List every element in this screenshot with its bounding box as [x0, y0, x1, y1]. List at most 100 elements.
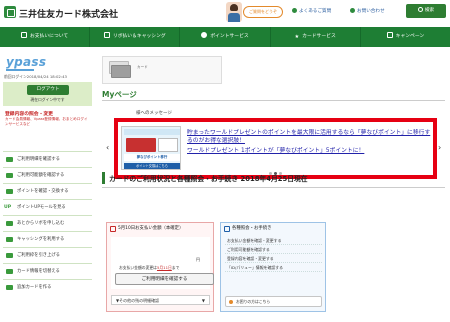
global-nav: お支払いについて リボ払い＆キャッシング ポイントサービス ★ カードサービス キ… [0, 27, 450, 47]
payment-change-date[interactable]: 5月11日 [157, 265, 172, 270]
card-banner-text: カード [137, 65, 148, 69]
sidebar-item-revolving-later[interactable]: あとからリボを申し込む [3, 215, 92, 231]
reference-item-available-credit[interactable]: ご利用可能額を確認する [225, 245, 322, 254]
smbc-logo-icon[interactable] [4, 6, 16, 18]
cash-icon [6, 237, 13, 242]
search-button[interactable]: 検索 [406, 4, 446, 18]
nav-item-campaign[interactable]: キャンペーン [361, 27, 450, 47]
promo-card-icon [158, 138, 178, 152]
help-avatar-icon [226, 2, 242, 22]
sidebar-item-label: あとからリボを申し込む [17, 221, 65, 226]
nav-label: キャンペーン [395, 34, 425, 39]
carousel-next-icon[interactable]: › [438, 144, 446, 152]
arrow-bullet-icon [292, 8, 297, 13]
sidebar-item-raise-limit[interactable]: ご利用枠を引き上げる [3, 247, 92, 263]
sidebar-item-label: キャッシングを利用する [17, 237, 65, 242]
search-button-label: 検索 [424, 8, 435, 13]
faq-link-label: よくあるご質問 [299, 9, 332, 14]
card-icon [6, 173, 13, 178]
chevron-down-icon: ▼ [201, 298, 205, 303]
sidebar-item-points[interactable]: ポイントを確認・交換する [3, 183, 92, 199]
switch-icon [6, 269, 13, 274]
nav-item-payment[interactable]: お支払いについて [0, 27, 91, 47]
point-icon [6, 189, 13, 194]
help-button[interactable]: ご質問をどうぞ [243, 6, 283, 18]
sidebar-item-label: ポイントを確認・交換する [17, 189, 69, 194]
message-carousel[interactable]: 夢なびポイント移行 ポイント交換はこちら 貯まったワールドプレゼントのポイントを… [114, 118, 437, 179]
promo-image[interactable]: 夢なびポイント移行 ポイント交換はこちら [121, 126, 181, 170]
promo-header-bar [124, 129, 180, 135]
sidebar-item-label: ご利用明細を確認する [17, 157, 60, 162]
payment-note-suffix: まで [171, 265, 180, 270]
payment-header-label: 5月10日お支払い金額（本確定） [118, 226, 184, 231]
search-icon [417, 7, 423, 12]
payment-change-note: お支払い金額の変更は5月11日まで [119, 265, 211, 271]
other-info-dropdown[interactable]: ▼その他の残の明細確認 ▼ [111, 295, 210, 305]
sidebar-item-cashing[interactable]: キャッシングを利用する [3, 231, 92, 247]
logout-button[interactable]: ログアウト [27, 85, 69, 95]
sidebar-item-available-credit[interactable]: ご利用可能額を確認する [3, 167, 92, 183]
nav-item-revolving[interactable]: リボ払い＆キャッシング [90, 27, 181, 47]
limit-icon [6, 253, 13, 258]
sidebar-item-switch-card[interactable]: カード情報を切替える [3, 263, 92, 279]
sidebar-item-statement[interactable]: ご利用明細を確認する [3, 151, 92, 167]
card-image-icon [111, 65, 131, 78]
gift-icon [386, 32, 393, 38]
calendar-icon [110, 226, 116, 232]
help-link[interactable]: お困りの方はこちら [225, 296, 322, 307]
reference-item-registration[interactable]: 登録内容を確認・変更する [225, 254, 322, 263]
reference-item-id-value[interactable]: 「ID/パリュー」情報を確認する [225, 263, 322, 272]
nav-label: リボ払い＆キャッシング [112, 34, 166, 39]
promo-card-icon [126, 138, 156, 152]
login-status: 現在ログイン中です [30, 97, 65, 102]
payment-panel-header: 5月10日お支払い金額（本確定） [107, 223, 213, 235]
sidebar: ypass 前回ログイン2018/04/24 18:02:43 ログアウト 現在… [0, 51, 95, 322]
sidebar-item-label: 追加カードを作る [17, 285, 52, 290]
carousel-prev-icon[interactable]: ‹ [106, 144, 114, 152]
registration-info-desc: カード会員情報、Vpass登録情報、おまとめログインサービスなど [5, 117, 88, 126]
nav-label: カードサービス [302, 34, 336, 39]
document-icon [224, 226, 230, 232]
sidebar-item-label: ご利用可能額を確認する [17, 173, 65, 178]
divider [102, 100, 445, 101]
revolving-icon [6, 221, 13, 226]
brand-name[interactable]: 三井住友カード株式会社 [19, 7, 118, 20]
login-box: ログアウト 現在ログイン中です [3, 82, 92, 106]
vpass-logo[interactable]: ypass [6, 55, 46, 71]
sidebar-item-point-up-mall[interactable]: UP ポイントUPモールを見る [3, 199, 92, 215]
promo-subline-link[interactable]: ワールドプレゼント 1ポイントが「夢なびポイント」5ポイントに！ [187, 147, 432, 155]
contact-link[interactable]: お問い合わせ [350, 8, 385, 14]
message-label: 様へのメッセージ [136, 111, 172, 116]
card-banner[interactable]: カード [102, 56, 222, 84]
sidebar-item-label: ポイントUPモールを見る [17, 205, 66, 210]
side-menu: ご利用明細を確認する ご利用可能額を確認する ポイントを確認・交換する UP ポイ… [3, 151, 92, 295]
other-info-label: その他の残の明細確認 [119, 298, 160, 303]
divider [102, 187, 445, 188]
promo-cta[interactable]: ポイント交換はこちら [124, 163, 180, 169]
arrow-bullet-icon [350, 8, 355, 13]
sidebar-item-label: カード情報を切替える [17, 269, 60, 274]
revolving-icon [103, 32, 110, 38]
card-icon [20, 32, 27, 38]
up-icon: UP [4, 205, 12, 210]
reference-list: お支払い金額を確認・変更する ご利用可能額を確認する 登録内容を確認・変更する … [225, 236, 322, 272]
nav-item-points[interactable]: ポイントサービス [180, 27, 271, 47]
promo-caption: 夢なびポイント移行 [124, 154, 180, 161]
promo-headline-link[interactable]: 貯まったワールドプレゼントのポイントを最大限に活用するなら「夢なびポイント」に移… [187, 129, 432, 145]
help-icon [229, 300, 233, 304]
page-title: Myページ [102, 90, 137, 99]
view-statement-button[interactable]: ご利用明細を確認する [115, 273, 214, 285]
registration-info-link[interactable]: 登録内容の照会・変更 [5, 110, 53, 117]
reference-panel-header: 各種照会・お手続き [221, 223, 325, 235]
reference-header-label: 各種照会・お手続き [232, 226, 272, 231]
sidebar-item-add-card[interactable]: 追加カードを作る [3, 279, 92, 295]
section-marker [102, 172, 105, 184]
document-icon [6, 157, 13, 162]
header: 三井住友カード株式会社 ご質問をどうぞ よくあるご質問 お問い合わせ 検索 [0, 0, 450, 27]
main-content: カード Myページ 様へのメッセージ ‹ › 夢なびポイント移行 ポイント交換は… [102, 51, 445, 322]
faq-link[interactable]: よくあるご質問 [292, 8, 331, 14]
contact-link-label: お問い合わせ [357, 9, 385, 14]
nav-label: ポイントサービス [210, 34, 249, 39]
reference-item-payment-amount[interactable]: お支払い金額を確認・変更する [225, 236, 322, 245]
nav-item-card-service[interactable]: ★ カードサービス [271, 27, 361, 47]
